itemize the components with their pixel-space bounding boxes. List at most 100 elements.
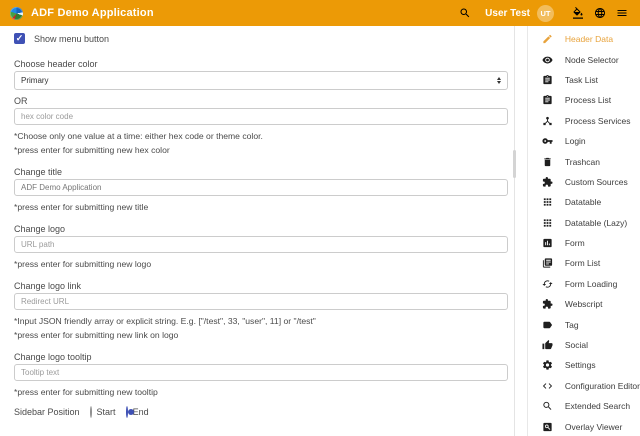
logo-link-note-1: *Input JSON friendly array or explicit s… — [14, 316, 508, 326]
sidebar-item-overlay-viewer[interactable]: Overlay Viewer — [528, 416, 640, 436]
sidebar-item-label: Configuration Editor — [565, 381, 640, 391]
content-scrollbar-thumb[interactable] — [513, 150, 516, 178]
sidebar-position-option-label: Start — [97, 407, 116, 417]
app-header: ADF Demo Application User Test UT — [0, 0, 640, 26]
header-color-selected-value: Primary — [21, 76, 49, 85]
loop-icon — [542, 278, 553, 289]
sidebar-item-form-loading[interactable]: Form Loading — [528, 274, 640, 294]
sidebar-item-label: Webscript — [565, 299, 603, 309]
change-logo-tooltip-label: Change logo tooltip — [14, 352, 508, 362]
right-sidebar-menu: Header Data Node Selector Task List Process… — [527, 26, 640, 436]
logo-note: *press enter for submitting new logo — [14, 259, 508, 269]
header-color-select[interactable]: Primary — [14, 71, 508, 90]
adf-demo-application: ADF Demo Application User Test UT ✓ Show… — [0, 0, 640, 436]
code-icon — [542, 380, 553, 391]
sidebar-item-tag[interactable]: Tag — [528, 314, 640, 334]
trash-icon — [542, 156, 553, 167]
sidebar-item-datatable[interactable]: Datatable — [528, 192, 640, 212]
user-name: User Test — [485, 8, 530, 19]
hex-color-input[interactable] — [14, 108, 508, 125]
or-label: OR — [14, 96, 508, 106]
logo-link-note-2: *press enter for submitting new link on … — [14, 330, 508, 340]
sidebar-item-datatable-lazy[interactable]: Datatable (Lazy) — [528, 213, 640, 233]
sidebar-item-label: Task List — [565, 75, 598, 85]
avatar[interactable]: UT — [537, 5, 554, 22]
change-logo-label: Change logo — [14, 224, 508, 234]
sidebar-item-process-services[interactable]: Process Services — [528, 111, 640, 131]
sidebar-item-label: Process Services — [565, 116, 631, 126]
change-title-label: Change title — [14, 167, 508, 177]
search-icon — [542, 401, 553, 412]
clipboard-list-icon — [542, 74, 553, 85]
sidebar-item-label: Social — [565, 340, 588, 350]
sidebar-position-radio-start[interactable] — [90, 406, 92, 418]
sidebar-item-label: Extended Search — [565, 401, 630, 411]
sidebar-item-label: Datatable (Lazy) — [565, 218, 627, 228]
title-note: *press enter for submitting new title — [14, 202, 508, 212]
eye-icon — [542, 54, 553, 65]
puzzle-icon — [542, 299, 553, 310]
sidebar-item-task-list[interactable]: Task List — [528, 70, 640, 90]
sidebar-item-label: Datatable — [565, 197, 601, 207]
sidebar-position-group: Sidebar Position Start End — [14, 407, 508, 417]
change-logo-link-label: Change logo link — [14, 281, 508, 291]
key-icon — [542, 136, 553, 147]
gear-icon — [542, 360, 553, 371]
thumb-up-icon — [542, 340, 553, 351]
header-data-form: ✓ Show menu button Choose header color P… — [0, 26, 527, 436]
app-logo-icon[interactable] — [10, 7, 23, 20]
sidebar-item-custom-sources[interactable]: Custom Sources — [528, 172, 640, 192]
sidebar-item-trashcan[interactable]: Trashcan — [528, 151, 640, 171]
sidebar-item-label: Form List — [565, 258, 600, 268]
sidebar-item-node-selector[interactable]: Node Selector — [528, 49, 640, 69]
bar-chart-icon — [542, 238, 553, 249]
sidebar-item-social[interactable]: Social — [528, 335, 640, 355]
select-spinner-icon — [497, 77, 501, 85]
sidebar-item-process-list[interactable]: Process List — [528, 90, 640, 110]
content-scrollbar-track[interactable] — [514, 26, 515, 436]
sidebar-item-label: Overlay Viewer — [565, 422, 622, 432]
change-logo-link-input[interactable] — [14, 293, 508, 310]
sidebar-item-label: Login — [565, 136, 586, 146]
sidebar-item-label: Form — [565, 238, 585, 248]
sidebar-item-configuration-editor[interactable]: Configuration Editor — [528, 376, 640, 396]
sidebar-item-label: Trashcan — [565, 157, 600, 167]
form-list-icon — [542, 258, 553, 269]
sidebar-item-label: Process List — [565, 95, 611, 105]
sidebar-item-login[interactable]: Login — [528, 131, 640, 151]
overlay-viewer-icon — [542, 421, 553, 432]
sidebar-position-radio-end[interactable] — [126, 406, 128, 418]
grid-icon — [542, 217, 553, 228]
sidebar-item-label: Settings — [565, 360, 596, 370]
sidebar-item-settings[interactable]: Settings — [528, 355, 640, 375]
globe-icon[interactable] — [594, 7, 606, 19]
sidebar-item-label: Header Data — [565, 34, 613, 44]
header-color-label: Choose header color — [14, 59, 508, 69]
sidebar-position-label: Sidebar Position — [14, 407, 80, 417]
sidebar-item-label: Tag — [565, 320, 579, 330]
sidebar-item-extended-search[interactable]: Extended Search — [528, 396, 640, 416]
grid-icon — [542, 197, 553, 208]
hamburger-icon[interactable] — [616, 7, 628, 19]
change-logo-tooltip-input[interactable] — [14, 364, 508, 381]
change-title-input[interactable] — [14, 179, 508, 196]
sidebar-item-label: Custom Sources — [565, 177, 628, 187]
tooltip-note: *press enter for submitting new tooltip — [14, 387, 508, 397]
sidebar-item-label: Form Loading — [565, 279, 617, 289]
hex-note-2: *press enter for submitting new hex colo… — [14, 145, 508, 155]
sidebar-item-form-list[interactable]: Form List — [528, 253, 640, 273]
color-fill-icon[interactable] — [572, 7, 584, 19]
app-title: ADF Demo Application — [31, 7, 154, 19]
show-menu-label: Show menu button — [34, 34, 109, 44]
sidebar-position-option-label: End — [133, 407, 149, 417]
device-hub-icon — [542, 115, 553, 126]
sidebar-item-webscript[interactable]: Webscript — [528, 294, 640, 314]
puzzle-icon — [542, 176, 553, 187]
show-menu-checkbox[interactable]: ✓ — [14, 33, 25, 44]
sidebar-item-header-data[interactable]: Header Data — [528, 29, 640, 49]
change-logo-input[interactable] — [14, 236, 508, 253]
tag-icon — [542, 319, 553, 330]
search-icon[interactable] — [459, 7, 471, 19]
clipboard-list-icon — [542, 95, 553, 106]
sidebar-item-form[interactable]: Form — [528, 233, 640, 253]
